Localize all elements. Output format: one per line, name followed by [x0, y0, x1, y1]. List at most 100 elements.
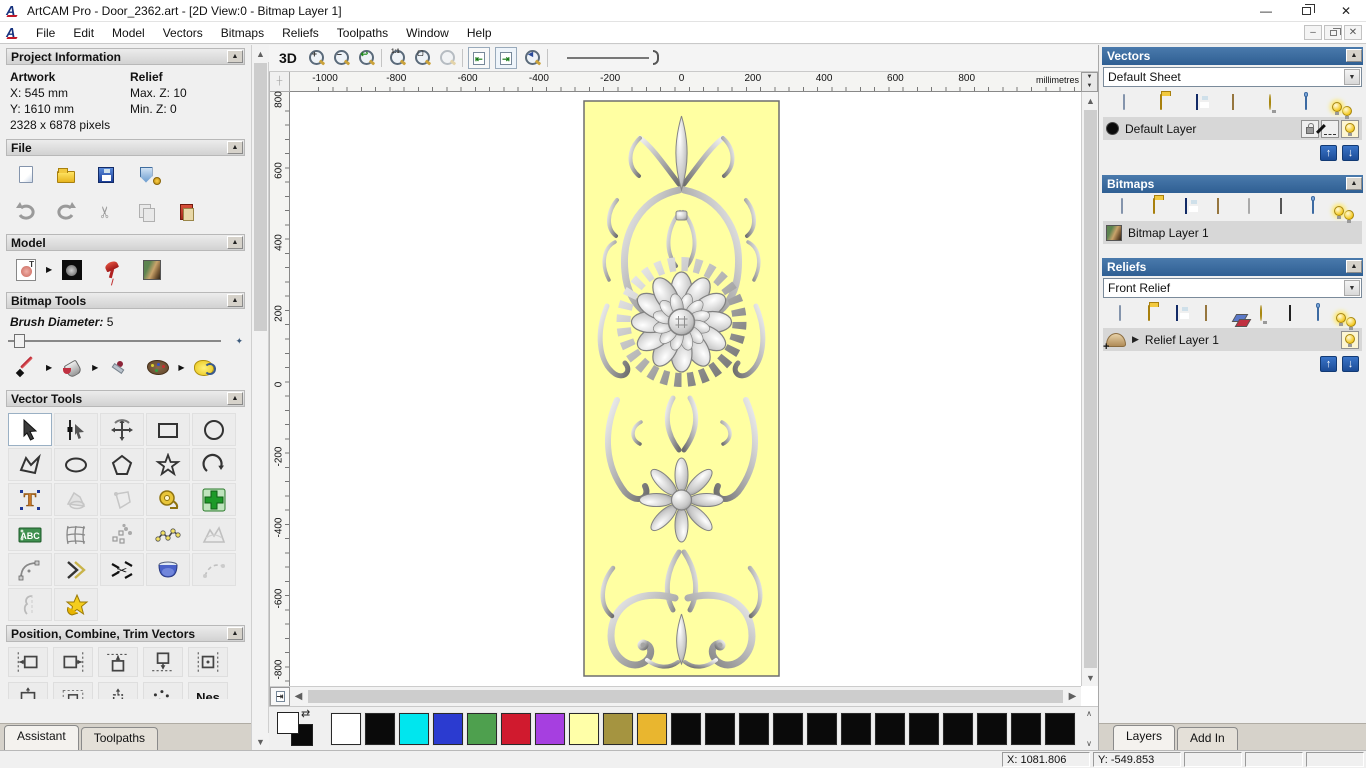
edit-layer-button[interactable] — [1321, 119, 1339, 138]
paint-tool-button[interactable] — [8, 354, 44, 381]
palette-colour-8[interactable] — [602, 711, 634, 746]
new-model-button[interactable] — [8, 161, 44, 188]
new-relief-layer-button[interactable] — [1119, 305, 1122, 321]
zoom-out-button[interactable]: – — [331, 48, 351, 68]
primary-colour-swatch[interactable] — [277, 711, 299, 734]
tab-add-in[interactable]: Add In — [1177, 727, 1238, 750]
relief-visibility-button[interactable] — [1260, 305, 1262, 321]
paste-text-along-curve-tool[interactable]: ABC — [8, 518, 52, 551]
texture-tool-button[interactable] — [186, 354, 222, 381]
pan-view-button[interactable]: ◄ — [522, 48, 542, 68]
menu-bitmaps[interactable]: Bitmaps — [212, 24, 273, 42]
menu-window[interactable]: Window — [397, 24, 458, 42]
palette-colour-9[interactable] — [636, 711, 668, 746]
trim-vectors-tool[interactable]: ✂ — [100, 553, 144, 586]
palette-colour-16[interactable] — [874, 711, 906, 746]
bitmap-layer-name[interactable]: Bitmap Layer 1 — [1128, 226, 1209, 240]
palette-colour-5[interactable] — [500, 711, 532, 746]
create-rectangle-tool[interactable] — [146, 413, 190, 446]
canvas-2d[interactable] — [290, 92, 1081, 686]
dropdown-arrow-icon[interactable]: ▼ — [1344, 69, 1360, 85]
palette-scroll-down-button[interactable]: ∨ — [1086, 739, 1092, 748]
greyscale-preview-button[interactable] — [8, 256, 44, 283]
menu-toolpaths[interactable]: Toolpaths — [328, 24, 397, 42]
save-model-button[interactable] — [88, 161, 124, 188]
palette-colour-17[interactable] — [908, 711, 940, 746]
palette-colour-3[interactable] — [432, 711, 464, 746]
flyout-arrow-icon[interactable]: ▶ — [178, 363, 184, 372]
smooth-polyline-tool-disabled[interactable] — [192, 518, 236, 551]
vector-sheet-dropdown[interactable]: Default Sheet ▼ — [1103, 67, 1362, 87]
position-combine-trim-header[interactable]: Position, Combine, Trim Vectors ▲ — [6, 625, 245, 642]
create-polygon-tool[interactable] — [100, 448, 144, 481]
weld-vectors-tool[interactable] — [146, 553, 190, 586]
collapse-project-info-button[interactable]: ▲ — [227, 50, 243, 63]
collapse-position-button[interactable]: ▲ — [227, 627, 243, 640]
palette-colour-6[interactable] — [534, 711, 566, 746]
menu-model[interactable]: Model — [103, 24, 154, 42]
palette-colour-13[interactable] — [772, 711, 804, 746]
palette-colour-11[interactable] — [704, 711, 736, 746]
move-layer-up-button[interactable]: ↑ — [1320, 356, 1337, 372]
mdi-restore-button[interactable] — [1324, 25, 1342, 40]
open-bitmap-layer-button[interactable] — [1152, 198, 1155, 214]
current-colour-indicator[interactable]: ⇄ — [275, 707, 323, 748]
save-relief-layer-button[interactable] — [1176, 305, 1179, 321]
model-section-header[interactable]: Model ▲ — [6, 234, 245, 251]
scroll-right-button[interactable]: ▶ — [1064, 691, 1081, 702]
pick-colour-button[interactable] — [100, 354, 136, 381]
open-vector-layer-button[interactable] — [1159, 94, 1162, 110]
zoom-to-box-button[interactable]: ▢ — [412, 48, 432, 68]
menu-file[interactable]: File — [27, 24, 64, 42]
brush-diameter-slider[interactable]: ✦ — [8, 333, 243, 349]
canvas-horizontal-scrollbar[interactable]: ⇥ ◀ ▶ — [270, 686, 1081, 706]
canvas-vertical-scrollbar[interactable]: ▲ ▼ — [1081, 92, 1099, 686]
move-layer-up-button[interactable]: ↑ — [1320, 145, 1337, 161]
scrollbar-thumb[interactable] — [1084, 110, 1097, 668]
palette-scroll-up-button[interactable]: ∧ — [1086, 709, 1092, 718]
swap-colours-icon[interactable]: ⇄ — [301, 707, 310, 720]
spin-vectors-tool-disabled[interactable] — [54, 483, 98, 516]
colour-palette-button[interactable] — [140, 354, 176, 381]
nudge-button[interactable] — [143, 682, 183, 699]
palette-colour-2[interactable] — [398, 711, 430, 746]
new-vector-layer-button[interactable] — [1123, 94, 1126, 110]
bitmap-preview-button[interactable] — [1280, 198, 1283, 214]
flyout-arrow-icon[interactable]: ▶ — [46, 265, 52, 274]
collapse-model-button[interactable]: ▲ — [227, 236, 243, 249]
relief-visibility-button[interactable] — [1341, 330, 1359, 349]
menu-help[interactable]: Help — [458, 24, 501, 42]
create-arc-tool[interactable] — [192, 448, 236, 481]
collapse-reliefs-button[interactable]: ▲ — [1346, 260, 1362, 273]
vector-layer-name[interactable]: Default Layer — [1125, 122, 1196, 136]
flood-fill-button[interactable] — [54, 354, 90, 381]
cut-button[interactable]: ✂ — [88, 198, 124, 225]
move-layer-down-button[interactable]: ↓ — [1342, 145, 1359, 161]
vector-tools-header[interactable]: Vector Tools ▲ — [6, 390, 245, 407]
vector-layer-row[interactable]: Default Layer — [1103, 117, 1362, 140]
align-bottom-button[interactable] — [143, 647, 183, 677]
load-bitmap-button[interactable] — [134, 256, 170, 283]
create-medical-cross-tool[interactable] — [192, 483, 236, 516]
expand-relief-layer-button[interactable]: ▶ — [1132, 334, 1139, 345]
select-vectors-tool[interactable] — [8, 413, 52, 446]
collapse-vector-tools-button[interactable]: ▲ — [227, 392, 243, 405]
vectors-panel-header[interactable]: Vectors ▲ — [1102, 47, 1363, 65]
zoom-in-button[interactable]: + — [306, 48, 326, 68]
redo-button[interactable] — [48, 198, 84, 225]
minimize-button[interactable]: — — [1246, 0, 1286, 21]
delete-layer-button[interactable] — [1305, 94, 1308, 110]
collapse-file-button[interactable]: ▲ — [227, 141, 243, 154]
snap-to-object-toggle[interactable]: ⇥ — [494, 47, 517, 69]
contrast-slider-handle[interactable] — [652, 50, 659, 65]
scrollbar-thumb[interactable] — [254, 63, 267, 331]
relief-side-dropdown[interactable]: Front Relief ▼ — [1103, 278, 1362, 298]
palette-colour-4[interactable] — [466, 711, 498, 746]
invert-model-button[interactable] — [54, 256, 90, 283]
create-circle-tool[interactable] — [192, 413, 236, 446]
move-layer-down-button[interactable]: ↓ — [1342, 356, 1359, 372]
palette-colour-21[interactable] — [1044, 711, 1076, 746]
scroll-down-button[interactable]: ▼ — [252, 733, 269, 750]
create-ellipse-tool[interactable] — [54, 448, 98, 481]
greyscale-view-button[interactable] — [1288, 305, 1291, 321]
